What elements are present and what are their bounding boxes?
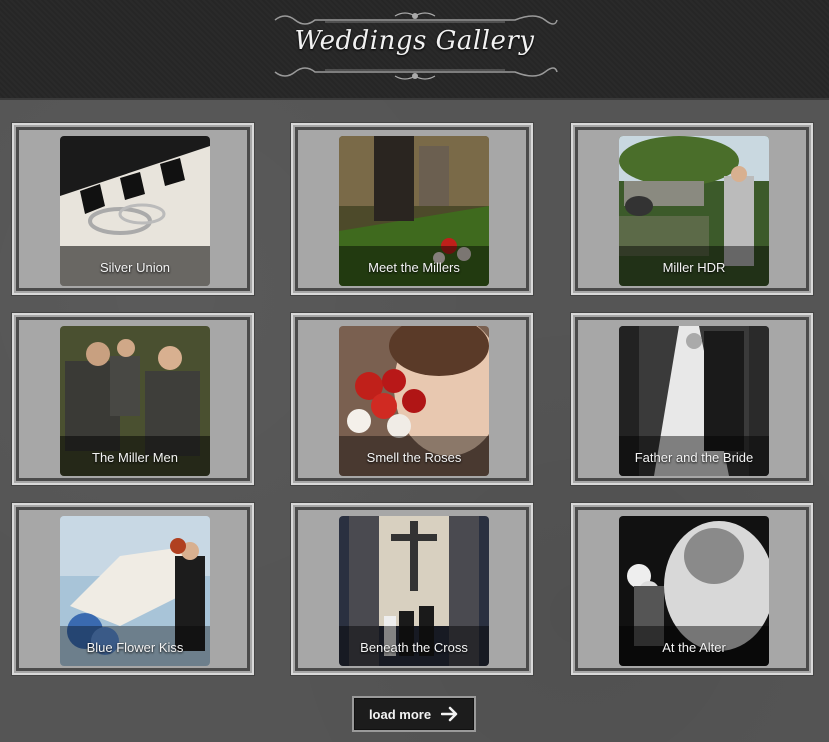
gallery-photo[interactable]: Blue Flower Kiss [60, 516, 210, 666]
gallery-card[interactable]: At the Alter [571, 503, 813, 675]
gallery-card[interactable]: Meet the Millers [291, 123, 533, 295]
gallery-caption: The Miller Men [92, 450, 178, 465]
top-ornament-icon [274, 12, 558, 25]
gallery-caption: At the Alter [662, 640, 726, 655]
gallery-photo[interactable]: The Miller Men [60, 326, 210, 476]
gallery-caption: Blue Flower Kiss [86, 640, 184, 655]
gallery-card[interactable]: Beneath the Cross [291, 503, 533, 675]
gallery-photo[interactable]: Silver Union [60, 136, 210, 286]
page-title: Weddings Gallery [294, 26, 535, 56]
gallery-caption: Beneath the Cross [360, 640, 468, 655]
gallery-photo[interactable]: Meet the Millers [339, 136, 489, 286]
gallery-photo[interactable]: Miller HDR [619, 136, 769, 286]
page-header: Weddings Gallery [0, 0, 829, 100]
gallery-photo[interactable]: Smell the Roses [339, 326, 489, 476]
bottom-ornament-icon [274, 67, 558, 80]
gallery-card[interactable]: Miller HDR [571, 123, 813, 295]
gallery-caption: Father and the Bride [634, 450, 754, 465]
gallery-card[interactable]: The Miller Men [12, 313, 254, 485]
gallery-card[interactable]: Father and the Bride [571, 313, 813, 485]
gallery-caption: Smell the Roses [366, 450, 462, 465]
load-more-button[interactable]: load more [352, 696, 476, 732]
gallery-caption: Silver Union [99, 260, 171, 275]
gallery-photo[interactable]: Father and the Bride [619, 326, 769, 476]
gallery-caption: Miller HDR [662, 260, 726, 275]
gallery-photo[interactable]: Beneath the Cross [339, 516, 489, 666]
gallery-caption: Meet the Millers [368, 260, 460, 275]
gallery-photo[interactable]: At the Alter [619, 516, 769, 666]
gallery-card[interactable]: Silver Union [12, 123, 254, 295]
gallery-card[interactable]: Smell the Roses [291, 313, 533, 485]
arrow-right-icon [441, 706, 458, 722]
load-more-label: load more [368, 706, 432, 722]
gallery-card[interactable]: Blue Flower Kiss [12, 503, 254, 675]
